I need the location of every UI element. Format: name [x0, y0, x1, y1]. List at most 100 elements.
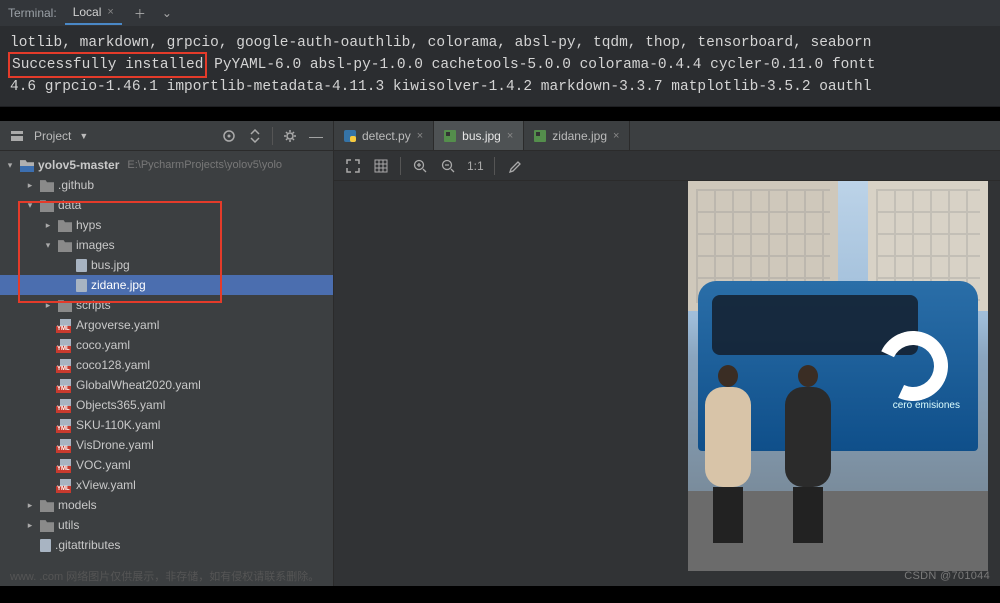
tree-item-label: coco128.yaml — [76, 358, 150, 372]
chevron-right-icon[interactable] — [24, 520, 36, 531]
project-toolbar: Project ▼ — — [0, 121, 333, 151]
image-canvas[interactable]: cero emisiones — [334, 181, 1000, 586]
chevron-right-icon[interactable] — [24, 500, 36, 511]
hide-button[interactable]: — — [307, 127, 325, 145]
terminal-line-3: 4.6 grpcio-1.46.1 importlib-metadata-4.1… — [10, 79, 871, 95]
module-icon — [20, 158, 34, 172]
expand-all-button[interactable] — [246, 127, 264, 145]
tree-item-images[interactable]: images — [0, 235, 333, 255]
tree-item-coco128-yaml[interactable]: YMLcoco128.yaml — [0, 355, 333, 375]
tree-item-globalwheat2020-yaml[interactable]: YML GlobalWheat2020.yaml — [0, 375, 333, 395]
tab-label: bus.jpg — [462, 129, 501, 143]
chevron-right-icon[interactable] — [42, 220, 54, 231]
tree-item-label: xView.yaml — [76, 478, 136, 492]
tree-item-models[interactable]: models — [0, 495, 333, 515]
terminal-line-1: lotlib, markdown, grpcio, google-auth-oa… — [10, 35, 871, 51]
terminal-header: Terminal: Local × ＋ ⌄ — [0, 0, 1000, 26]
tree-item-argoverse-yaml[interactable]: YMLArgoverse.yaml — [0, 315, 333, 335]
tree-item-utils[interactable]: utils — [0, 515, 333, 535]
tab-bus-jpg[interactable]: bus.jpg × — [434, 121, 524, 150]
yaml-icon: YML — [58, 378, 72, 392]
yaml-icon: YML — [58, 318, 72, 332]
tree-item-coco-yaml[interactable]: YMLcoco.yaml — [0, 335, 333, 355]
chevron-right-icon[interactable] — [24, 180, 36, 191]
folder-icon — [40, 518, 54, 532]
folder-icon — [58, 218, 72, 232]
folder-icon — [40, 198, 54, 212]
editor-tabs: detect.py×bus.jpg×zidane.jpg× — [334, 121, 1000, 151]
close-icon[interactable]: × — [417, 130, 423, 142]
image-file-icon — [76, 259, 87, 272]
zoom-out-icon[interactable] — [439, 157, 457, 175]
new-terminal-button[interactable]: ＋ — [130, 5, 150, 22]
tree-item-objects365-yaml[interactable]: YML Objects365.yaml — [0, 395, 333, 415]
yaml-icon: YML — [58, 478, 72, 492]
project-icon — [8, 127, 26, 145]
tree-item-label: GlobalWheat2020.yaml — [76, 378, 201, 392]
preview-image: cero emisiones — [688, 181, 988, 571]
select-opened-file-button[interactable] — [220, 127, 238, 145]
tree-item-label: coco.yaml — [76, 338, 130, 352]
terminal-dropdown-icon[interactable]: ⌄ — [158, 6, 176, 20]
tree-item-voc-yaml[interactable]: YMLVOC.yaml — [0, 455, 333, 475]
tab-detect-py[interactable]: detect.py × — [334, 121, 434, 150]
tree-item-label: .gitattributes — [55, 538, 120, 552]
folder-icon — [40, 178, 54, 192]
image-file-icon — [76, 279, 87, 292]
tree-item-label: bus.jpg — [91, 258, 130, 272]
tree-item-visdrone-yaml[interactable]: YML VisDrone.yaml — [0, 435, 333, 455]
tree-item-bus-jpg[interactable]: bus.jpg — [0, 255, 333, 275]
project-tree[interactable]: yolov5-master E:\PycharmProjects\yolov5\… — [0, 151, 333, 586]
image-toolbar: 1:1 — [334, 151, 1000, 181]
bus-text: cero emisiones — [893, 400, 960, 411]
zoom-in-icon[interactable] — [411, 157, 429, 175]
terminal-tab-local[interactable]: Local × — [65, 1, 122, 25]
tree-item-hyps[interactable]: hyps — [0, 215, 333, 235]
close-icon[interactable]: × — [613, 130, 619, 142]
chevron-down-icon[interactable] — [24, 200, 36, 211]
terminal-highlight: Successfully installed — [10, 54, 205, 76]
tree-item-label: hyps — [76, 218, 101, 232]
tree-root-label: yolov5-master — [38, 158, 119, 172]
chevron-down-icon[interactable] — [42, 240, 54, 251]
chevron-right-icon[interactable] — [42, 300, 54, 311]
tree-item-data[interactable]: data — [0, 195, 333, 215]
tree-root[interactable]: yolov5-master E:\PycharmProjects\yolov5\… — [0, 155, 333, 175]
chevron-down-icon[interactable] — [4, 160, 16, 171]
gear-icon[interactable] — [281, 127, 299, 145]
tree-root-path: E:\PycharmProjects\yolov5\yolo — [127, 159, 282, 171]
folder-icon — [58, 238, 72, 252]
tree-item-scripts[interactable]: scripts — [0, 295, 333, 315]
ide-panel: Project ▼ — yolov5-master E:\PycharmProj… — [0, 121, 1000, 586]
grid-icon[interactable] — [372, 157, 390, 175]
tree-item-sku-110k-yaml[interactable]: YMLSKU-110K.yaml — [0, 415, 333, 435]
tree-item-label: Objects365.yaml — [76, 398, 165, 412]
tree-item-label: data — [58, 198, 81, 212]
tab-label: detect.py — [362, 129, 411, 143]
yaml-icon: YML — [58, 438, 72, 452]
close-icon[interactable]: × — [507, 130, 513, 142]
chevron-down-icon[interactable]: ▼ — [79, 131, 88, 141]
image-icon — [534, 130, 546, 142]
tree-item--github[interactable]: .github — [0, 175, 333, 195]
terminal-line-2: PyYAML-6.0 absl-py-1.0.0 cachetools-5.0.… — [205, 57, 875, 73]
terminal-output[interactable]: lotlib, markdown, grpcio, google-auth-oa… — [0, 26, 1000, 106]
tab-zidane-jpg[interactable]: zidane.jpg× — [524, 121, 630, 150]
image-icon — [444, 130, 456, 142]
folder-icon — [40, 498, 54, 512]
yaml-icon: YML — [58, 398, 72, 412]
file-icon — [40, 539, 51, 552]
tree-item-label: models — [58, 498, 97, 512]
zoom-label[interactable]: 1:1 — [467, 159, 484, 173]
tree-item-label: SKU-110K.yaml — [76, 418, 160, 432]
tree-item-zidane-jpg[interactable]: zidane.jpg — [0, 275, 333, 295]
color-picker-icon[interactable] — [505, 157, 523, 175]
tree-item--gitattributes[interactable]: .gitattributes — [0, 535, 333, 555]
tree-item-label: images — [76, 238, 115, 252]
yaml-icon: YML — [58, 458, 72, 472]
tree-item-label: VisDrone.yaml — [76, 438, 154, 452]
project-sidebar: Project ▼ — yolov5-master E:\PycharmProj… — [0, 121, 334, 586]
close-icon[interactable]: × — [107, 6, 113, 18]
tree-item-xview-yaml[interactable]: YML xView.yaml — [0, 475, 333, 495]
fullscreen-icon[interactable] — [344, 157, 362, 175]
